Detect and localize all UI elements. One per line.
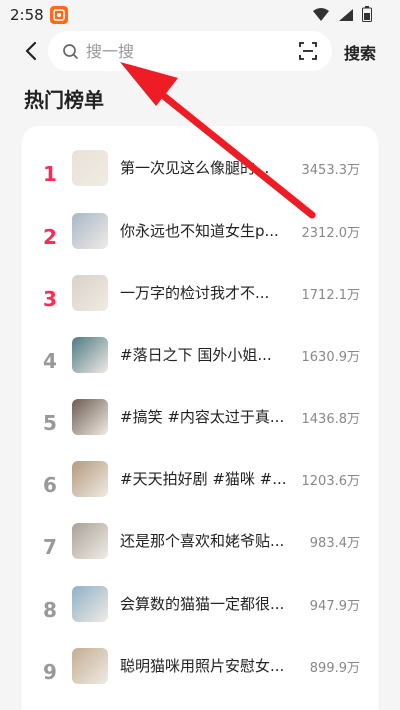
video-thumbnail [72, 337, 108, 373]
video-thumbnail [72, 150, 108, 186]
list-item[interactable]: 1 第一次见这么像腿的... 3453.3万 [22, 144, 378, 206]
rank-number: 2 [43, 225, 57, 249]
item-heat-count: 2312.0万 [301, 226, 361, 241]
list-item[interactable]: 8 会算数的猫猫一定都很... 947.9万 [22, 580, 378, 642]
section-title: 热门榜单 [24, 88, 104, 112]
status-bar: 2:58 [0, 0, 400, 30]
video-thumbnail [72, 275, 108, 311]
rank-number: 8 [43, 598, 57, 622]
video-thumbnail [72, 523, 108, 559]
back-arrow-icon[interactable] [20, 39, 44, 63]
rank-number: 9 [43, 660, 57, 684]
item-title: #天天拍好剧 #猫咪 #... [120, 470, 287, 488]
app-notification-icon [49, 6, 68, 24]
video-thumbnail [72, 399, 108, 435]
rank-number: 6 [43, 473, 57, 497]
item-heat-count: 1712.1万 [301, 288, 361, 303]
search-bar-row: 搜索 [0, 30, 400, 72]
search-box[interactable] [48, 31, 332, 71]
item-heat-count: 947.9万 [309, 599, 360, 614]
item-title: #搞笑 #内容太过于真... [120, 408, 285, 426]
search-icon [62, 43, 79, 60]
rank-number: 1 [43, 162, 57, 186]
video-thumbnail [72, 461, 108, 497]
video-thumbnail [72, 213, 108, 249]
item-heat-count: 1436.8万 [301, 412, 361, 427]
item-heat-count: 983.4万 [309, 536, 360, 551]
scan-icon[interactable] [298, 41, 318, 61]
list-item[interactable]: 9 聪明猫咪用照片安慰女... 899.9万 [22, 642, 378, 704]
wifi-icon [312, 7, 330, 26]
hot-list: 1 第一次见这么像腿的... 3453.3万 2 你永远也不知道女生p... 2312.0… [22, 126, 378, 710]
list-item[interactable]: 2 你永远也不知道女生p... 2312.0万 [22, 207, 378, 269]
rank-number: 3 [43, 287, 57, 311]
signal-icon [338, 7, 354, 26]
list-item[interactable]: 5 #搞笑 #内容太过于真... 1436.8万 [22, 393, 378, 455]
rank-number: 7 [43, 535, 57, 559]
status-time: 2:58 [10, 6, 44, 24]
item-heat-count: 3453.3万 [301, 163, 361, 178]
list-item[interactable]: 7 还是那个喜欢和姥爷贴... 983.4万 [22, 517, 378, 579]
rank-number: 4 [43, 349, 57, 373]
video-thumbnail [72, 586, 108, 622]
battery-icon [362, 6, 372, 26]
item-title: 还是那个喜欢和姥爷贴... [120, 532, 285, 550]
item-title: 会算数的猫猫一定都很... [120, 595, 285, 613]
search-input[interactable] [86, 39, 286, 63]
status-icons [312, 6, 372, 26]
item-title: 聪明猫咪用照片安慰女... [120, 657, 285, 675]
rank-number: 5 [43, 411, 57, 435]
item-heat-count: 899.9万 [309, 661, 360, 676]
item-title: 你永远也不知道女生p... [120, 222, 279, 240]
search-button[interactable]: 搜索 [344, 40, 376, 64]
video-thumbnail [72, 648, 108, 684]
list-item[interactable]: 3 一万字的检讨我才不... 1712.1万 [22, 269, 378, 331]
list-item[interactable]: 6 #天天拍好剧 #猫咪 #... 1203.6万 [22, 455, 378, 517]
item-title: 一万字的检讨我才不... [120, 284, 270, 302]
item-heat-count: 1630.9万 [301, 350, 361, 365]
list-item[interactable]: 4 #落日之下 国外小姐... 1630.9万 [22, 331, 378, 393]
item-title: 第一次见这么像腿的... [120, 159, 270, 177]
item-heat-count: 1203.6万 [301, 474, 361, 489]
item-title: #落日之下 国外小姐... [120, 346, 272, 364]
